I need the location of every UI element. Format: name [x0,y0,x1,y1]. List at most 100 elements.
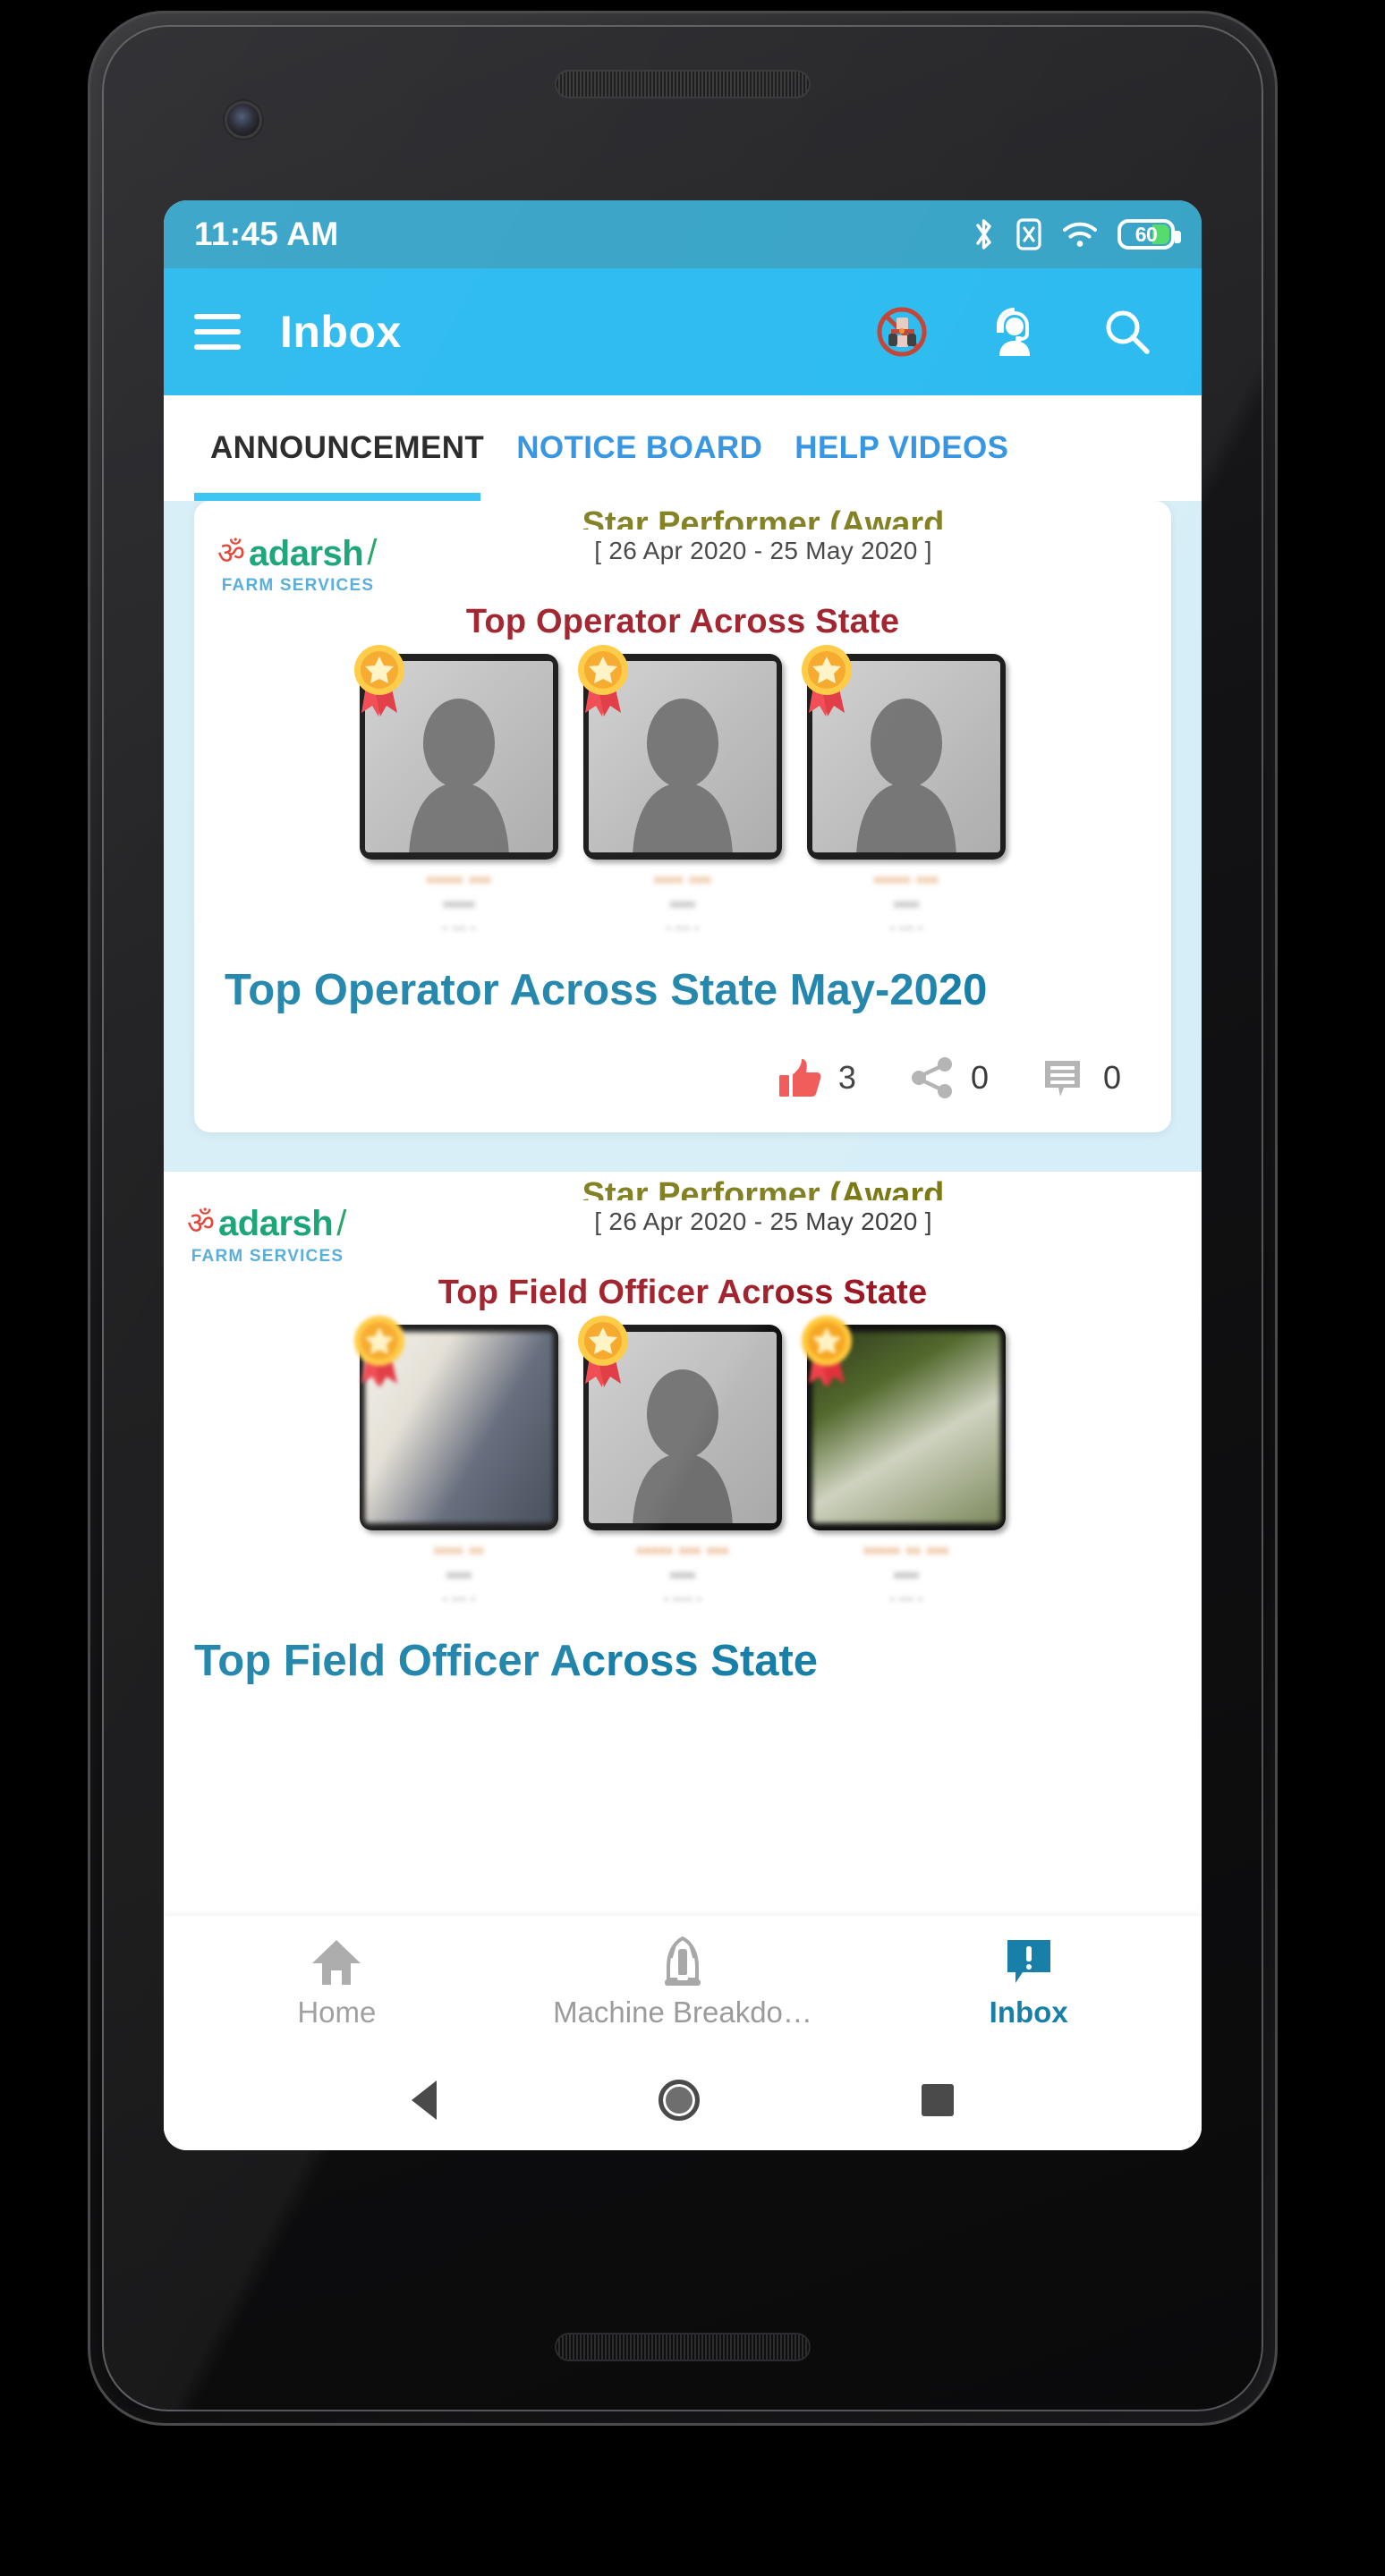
post-card-wrapper: ॐ adarsh / FARM SERVICES Star Performer … [164,501,1202,1172]
nav-label-home: Home [297,1996,377,2029]
post-actions: 3 0 0 [194,1018,1171,1132]
winner-sub2: • ••• • [889,921,923,936]
status-time: 11:45 AM [194,216,339,252]
comment-action[interactable]: 0 [1041,1054,1121,1102]
brand-name: adarsh [249,533,364,573]
winner-item: ••••• ••• ••• •••• • •••• • [578,1315,782,1608]
winner-name: •••• ••• [653,869,712,891]
poster-heading-block: Star Performer (Award [ 26 Apr 2020 - 25… [348,1177,1178,1236]
winner-photo-frame [578,645,782,860]
winner-photo-frame [578,1315,782,1530]
sim-no-signal-icon [1015,217,1042,251]
battery-icon: 60 [1117,219,1181,250]
winner-sub: •••• [893,1565,919,1586]
winner-item: •••• ••• •••• • ••• • [578,645,782,937]
winner-item: ••••• •• ••• •••• • ••• • [802,1315,1006,1608]
poster-subtitle: Top Operator Across State [465,603,900,640]
front-camera [227,104,259,136]
hamburger-menu-icon[interactable] [194,314,241,350]
post-title: Top Operator Across State May-2020 [225,966,988,1014]
winner-sub: •••• [893,895,919,915]
bottom-navigation: Home Machine Breakdo… Inbox [164,1916,1202,2050]
gold-medal-icon [354,1315,404,1387]
nav-item-home[interactable]: Home [164,1936,510,2029]
share-count: 0 [970,1058,989,1096]
app-bar-actions [872,302,1171,361]
tab-bar: ANNOUNCEMENT NOTICE BOARD HELP VIDEOS [164,395,1202,501]
recents-button[interactable] [922,2084,954,2116]
status-icons: 60 [973,217,1181,251]
gold-medal-icon [578,1315,628,1387]
winner-sub2: • ••• • [666,921,700,936]
poster-header: ॐ adarsh / FARM SERVICES Star Performer … [187,1177,1178,1267]
machine-breakdown-icon[interactable] [872,302,931,361]
winner-photo-frame [354,1315,558,1530]
earpiece-speaker [557,72,809,97]
machine-icon [665,1936,701,1986]
tab-announcement[interactable]: ANNOUNCEMENT [194,430,500,466]
announcement-post[interactable]: ॐ adarsh / FARM SERVICES Star Performer … [194,501,1171,1132]
bottom-speaker [557,2334,809,2360]
winner-name: •••• •• [434,1538,484,1562]
tab-help-videos[interactable]: HELP VIDEOS [778,430,1024,466]
announcement-post[interactable]: ॐ adarsh / FARM SERVICES Star Performer … [164,1171,1202,1689]
nav-label-machine-breakdown: Machine Breakdo… [553,1996,812,2029]
like-action[interactable]: 3 [776,1054,856,1102]
comment-count: 0 [1102,1058,1121,1096]
winner-list: •••• •• •••• • ••• • ••••• ••• ••• •••• … [187,1315,1178,1608]
winner-sub2: • •••• • [663,1591,702,1607]
bluetooth-icon [973,217,996,251]
award-date-range: [ 26 Apr 2020 - 25 May 2020 ] [594,1207,932,1235]
winner-sub2: • ••• • [889,1591,923,1607]
app-bar: Inbox [164,268,1202,395]
avatar-placeholder-icon [409,699,509,852]
brand-slash: / [336,1203,347,1243]
share-action[interactable]: 0 [908,1054,989,1102]
page-title: Inbox [280,307,402,357]
avatar-placeholder-icon [856,699,956,852]
winner-sub2: • ••• • [442,921,476,936]
award-heading: Star Performer (Award [582,506,945,530]
home-button[interactable] [659,2080,700,2121]
home-icon [312,1940,361,1985]
announcement-feed[interactable]: ॐ adarsh / FARM SERVICES Star Performer … [164,501,1202,2150]
winner-photo-frame [802,645,1006,860]
brand-mark-icon: ॐ [187,1207,216,1241]
winner-name: ••••• ••• [873,869,939,891]
share-icon[interactable] [908,1054,956,1102]
brand-slash: / [367,533,378,572]
brand-name: adarsh [218,1204,334,1244]
winner-sub: ••••• [443,895,475,915]
poster-heading-block: Star Performer (Award [ 26 Apr 2020 - 25… [378,506,1148,565]
winner-sub: •••• [669,895,695,915]
gold-medal-icon [802,1315,852,1387]
brand-mark-icon: ॐ [217,536,246,571]
tab-active-indicator [194,493,480,501]
support-agent-icon[interactable] [985,302,1044,361]
post-poster: ॐ adarsh / FARM SERVICES Star Performer … [164,1172,1202,1614]
tab-notice-board[interactable]: NOTICE BOARD [500,430,778,466]
phone-device-frame: 11:45 AM 60 Inbox ANNOUNCEMENT NOTICE BO… [88,11,1278,2426]
winner-name: ••••• ••• ••• [636,1538,729,1562]
winner-sub2: • ••• • [442,1591,476,1607]
gold-medal-icon [578,645,628,716]
nav-item-machine-breakdown[interactable]: Machine Breakdo… [510,1936,856,2029]
brand-tagline: FARM SERVICES [191,1246,344,1266]
status-bar: 11:45 AM 60 [164,200,1202,268]
phone-screen: 11:45 AM 60 Inbox ANNOUNCEMENT NOTICE BO… [164,200,1202,2150]
post-card-wrapper: ॐ adarsh / FARM SERVICES Star Performer … [164,1171,1202,1689]
phone-bezel: 11:45 AM 60 Inbox ANNOUNCEMENT NOTICE BO… [102,25,1263,2411]
screenshot-root: 11:45 AM 60 Inbox ANNOUNCEMENT NOTICE BO… [0,0,1385,2576]
nav-item-inbox[interactable]: Inbox [855,1936,1202,2029]
winner-sub: •••• [446,1565,472,1586]
back-button[interactable] [412,2080,437,2120]
search-icon[interactable] [1098,302,1157,361]
comment-icon[interactable] [1041,1054,1089,1102]
winner-photo-frame [802,1315,1006,1530]
battery-level: 60 [1134,222,1158,246]
thumbs-up-icon[interactable] [776,1054,824,1102]
post-poster: ॐ adarsh / FARM SERVICES Star Performer … [194,501,1171,943]
award-date-range: [ 26 Apr 2020 - 25 May 2020 ] [594,537,932,564]
winner-item: ••••• ••• ••••• • ••• • [354,645,558,937]
winner-sub: •••• [669,1565,695,1586]
